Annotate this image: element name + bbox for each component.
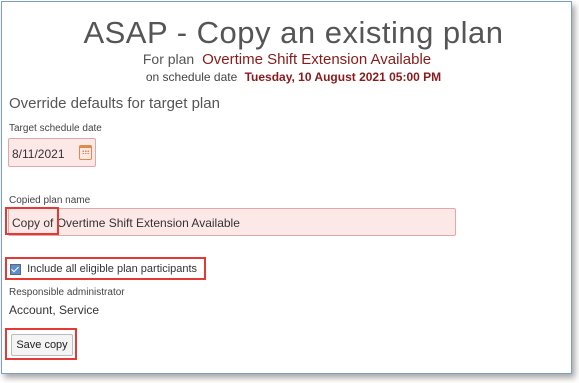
calendar-icon[interactable] — [79, 145, 92, 160]
plan-subtitle: For plan Overtime Shift Extension Availa… — [2, 51, 572, 68]
schedule-date: Tuesday, 10 August 2021 05:00 PM — [244, 70, 442, 84]
section-title: Override defaults for target plan — [9, 95, 220, 112]
admin-value: Account, Service — [9, 303, 100, 317]
for-plan-prefix: For plan — [142, 51, 195, 67]
copied-name-label: Copied plan name — [9, 195, 91, 206]
highlight-participants — [5, 257, 206, 280]
target-date-label: Target schedule date — [9, 123, 102, 134]
schedule-line: on schedule date Tuesday, 10 August 2021… — [2, 70, 579, 84]
admin-label: Responsible administrator — [9, 287, 125, 298]
page-title: ASAP - Copy an existing plan — [83, 15, 504, 50]
target-date-input[interactable]: 8/11/2021 — [8, 138, 96, 167]
highlight-copy-of — [5, 207, 59, 235]
highlight-save — [5, 328, 77, 360]
page-frame: ASAP - Copy an existing plan For plan Ov… — [1, 1, 572, 374]
target-date-value: 8/11/2021 — [12, 147, 65, 161]
schedule-prefix: on schedule date — [145, 70, 238, 84]
plan-name: Overtime Shift Extension Available — [202, 51, 432, 68]
copied-name-input[interactable]: Copy of Overtime Shift Extension Availab… — [8, 208, 456, 236]
